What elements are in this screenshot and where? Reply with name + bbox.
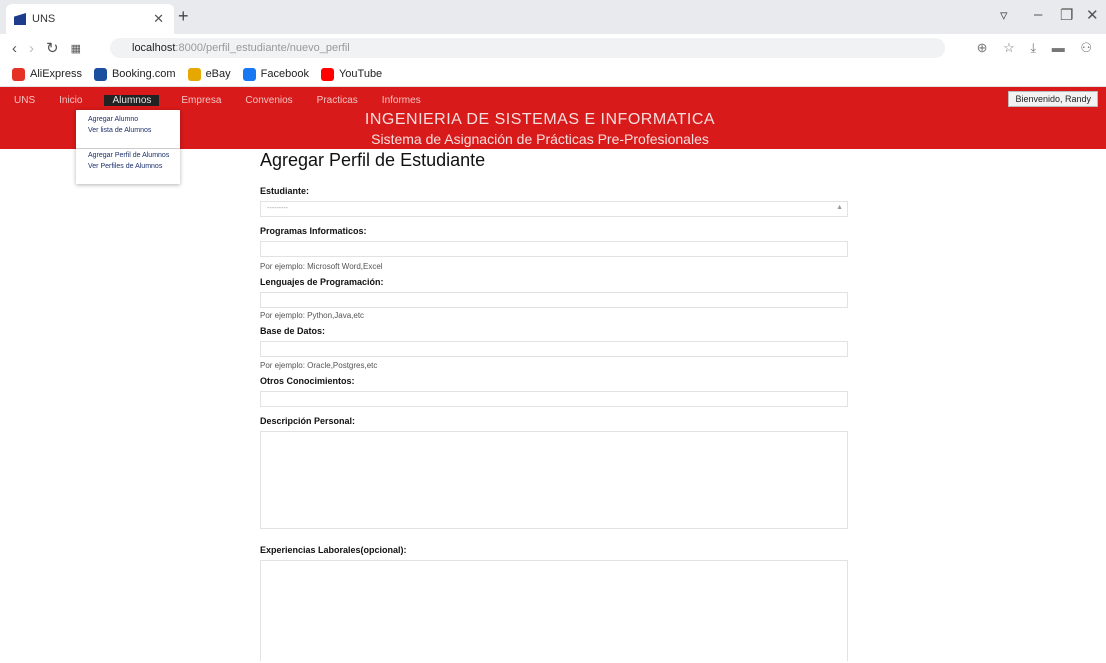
- descripcion-label: Descripción Personal:: [260, 416, 356, 426]
- nav-empresa[interactable]: Empresa: [179, 95, 223, 106]
- programas-hint: Por ejemplo: Microsoft Word,Excel: [260, 262, 383, 271]
- app-subtitle: Sistema de Asignación de Prácticas Pre-P…: [371, 131, 709, 147]
- dropdown-item-ver-alumnos[interactable]: Ver lista de Alumnos: [88, 127, 151, 134]
- booking-icon: [93, 67, 107, 81]
- base-datos-input[interactable]: [260, 341, 848, 357]
- otros-input[interactable]: [260, 391, 848, 407]
- bookmarks-bar: AliExpress Booking.com eBay Facebook You…: [0, 62, 1106, 87]
- estudiante-select-value: ---------: [267, 205, 288, 212]
- programas-label: Programas Informaticos:: [260, 226, 367, 236]
- dropdown-item-agregar-perfil[interactable]: Agregar Perfil de Alumnos: [88, 152, 169, 159]
- page-title: Agregar Perfil de Estudiante: [260, 150, 486, 170]
- bookmark-youtube[interactable]: YouTube: [320, 67, 382, 81]
- bookmark-ebay[interactable]: eBay: [187, 67, 231, 81]
- browser-tab-bar: UNS ✕ + ▿ – ❐ ✕: [0, 0, 1106, 34]
- bookmark-booking[interactable]: Booking.com: [93, 67, 176, 81]
- tab-search-icon[interactable]: ▿: [1000, 6, 1008, 24]
- url-field[interactable]: localhost :8000/perfil_estudiante/nuevo_…: [110, 38, 945, 58]
- restore-icon[interactable]: ❐: [1060, 6, 1073, 24]
- estudiante-label: Estudiante:: [260, 186, 310, 196]
- minimize-icon[interactable]: –: [1034, 6, 1042, 23]
- dropdown-item-agregar-alumno[interactable]: Agregar Alumno: [88, 116, 138, 123]
- url-path: :8000/perfil_estudiante/nuevo_perfil: [175, 42, 350, 54]
- nav-practicas[interactable]: Practicas: [315, 95, 360, 106]
- toolbar-icons[interactable]: ⊕ ☆ ⤓ ▬ ⚇: [977, 40, 1098, 56]
- nav-alumnos[interactable]: Alumnos: [104, 95, 160, 106]
- aliexpress-icon: [12, 67, 25, 81]
- app-title: INGENIERIA DE SISTEMAS E INFORMATICA: [364, 111, 716, 128]
- lenguajes-hint: Por ejemplo: Python,Java,etc: [260, 311, 365, 320]
- site-favicon-icon: [14, 13, 26, 25]
- url-host: localhost: [132, 42, 176, 54]
- base-datos-hint: Por ejemplo: Oracle,Postgres,etc: [260, 361, 378, 370]
- base-datos-label: Base de Datos:: [260, 326, 326, 336]
- nav-informes[interactable]: Informes: [380, 95, 423, 106]
- estudiante-select[interactable]: --------- ▲: [260, 201, 848, 217]
- otros-label: Otros Conocimientos:: [260, 376, 355, 386]
- programas-input[interactable]: [260, 241, 848, 257]
- facebook-icon: [242, 67, 256, 81]
- dropdown-divider: [76, 148, 180, 149]
- nav-convenios[interactable]: Convenios: [243, 95, 294, 106]
- user-button[interactable]: Bienvenido, Randy: [1008, 91, 1098, 107]
- bookmark-aliexpress[interactable]: AliExpress: [12, 67, 82, 81]
- experiencias-label: Experiencias Laborales(opcional):: [260, 545, 407, 555]
- main-nav: UNS Inicio Alumnos Empresa Convenios Pra…: [12, 95, 443, 106]
- youtube-icon: [320, 67, 334, 81]
- experiencias-textarea[interactable]: [260, 560, 848, 661]
- back-icon[interactable]: ‹: [12, 40, 17, 57]
- close-window-icon[interactable]: ✕: [1086, 6, 1099, 24]
- lenguajes-label: Lenguajes de Programación:: [260, 277, 384, 287]
- nav-uns[interactable]: UNS: [12, 95, 37, 106]
- bookmark-facebook[interactable]: Facebook: [242, 67, 309, 81]
- apps-grid-icon[interactable]: ▦: [71, 42, 81, 55]
- tab-title: UNS: [32, 13, 56, 25]
- ebay-icon: [187, 67, 201, 81]
- dropdown-item-ver-perfiles[interactable]: Ver Perfiles de Alumnos: [88, 163, 162, 170]
- lenguajes-input[interactable]: [260, 292, 848, 308]
- chevron-down-icon: ▲: [836, 204, 843, 211]
- nav-inicio[interactable]: Inicio: [57, 95, 84, 106]
- close-tab-icon[interactable]: ✕: [153, 11, 164, 27]
- reload-icon[interactable]: ↻: [46, 39, 59, 57]
- forward-icon[interactable]: ›: [29, 40, 34, 57]
- browser-tab[interactable]: UNS ✕: [6, 4, 174, 34]
- new-tab-icon[interactable]: +: [178, 6, 189, 27]
- address-bar-row: ‹ › ↻ ▦ localhost :8000/perfil_estudiant…: [0, 34, 1106, 62]
- alumnos-dropdown: Agregar Alumno Ver lista de Alumnos Agre…: [76, 110, 180, 184]
- descripcion-textarea[interactable]: [260, 431, 848, 529]
